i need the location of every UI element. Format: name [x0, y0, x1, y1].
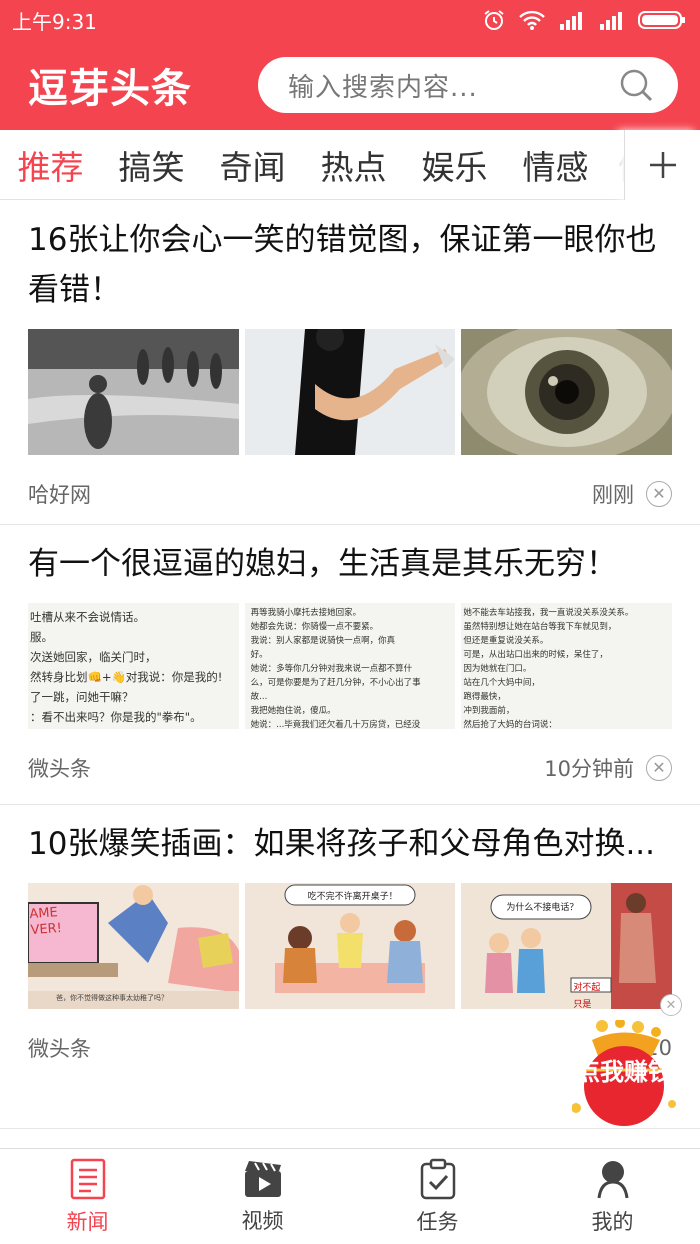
nav-profile[interactable]: 我的 — [525, 1149, 700, 1244]
search-input[interactable]: 输入搜索内容... — [288, 67, 478, 104]
nav-video[interactable]: 视频 — [175, 1149, 350, 1244]
article-source: 微头条 — [28, 757, 91, 781]
article-source: 哈好网 — [28, 483, 91, 507]
nav-profile-label: 我的 — [591, 1209, 634, 1234]
article-thumbnails: AME VER! 爸，你不觉得做这种事太幼稚了吗？ 吃不完不许离开桌子！ 为什么… — [28, 883, 673, 1009]
thumbnail-image[interactable] — [244, 329, 456, 455]
nav-news-label: 新闻 — [66, 1209, 109, 1234]
earn-money-label: 点我赚钱 — [576, 1058, 672, 1086]
thumbnail-text: 为什么不接电话？ — [506, 903, 579, 913]
thumbnail-image[interactable]: 她不能去车站接我，我一直说没关系没关系。 虽然特别想让她在站台等我下车就见到， … — [461, 603, 673, 729]
article-thumbnails: 吐槽从来不会说情话。 服。 次送她回家，临关门时， 然转身比划👊+👋对我说：你是… — [28, 603, 673, 729]
thumbnail-image[interactable]: 再等我骑小摩托去接她回家。 她都会先说：你骑慢一点不要紧。 我说：别人家都是说骑… — [244, 603, 456, 729]
status-icons — [482, 8, 686, 32]
signal-icon — [560, 12, 582, 30]
article-time: 刚刚 — [592, 483, 634, 507]
thumbnail-image[interactable]: AME VER! 爸，你不觉得做这种事太幼稚了吗？ — [28, 883, 239, 1009]
thumbnail-image[interactable] — [461, 329, 673, 455]
search-box[interactable]: 输入搜索内容... — [258, 57, 678, 113]
article-meta: 哈好网 刚刚 ✕ — [28, 455, 672, 533]
thumbnail-text: 只是 — [573, 1000, 592, 1009]
nav-news[interactable]: 新闻 — [0, 1149, 175, 1244]
profile-icon — [597, 1160, 628, 1198]
thumbnail-image[interactable] — [28, 329, 239, 455]
nav-task-label: 任务 — [416, 1209, 459, 1234]
tab-hot[interactable]: 热点 — [303, 141, 404, 189]
thumbnail-image[interactable]: 吐槽从来不会说情话。 服。 次送她回家，临关门时， 然转身比划👊+👋对我说：你是… — [28, 603, 239, 729]
tab-recommend[interactable]: 推荐 — [0, 141, 101, 189]
thumbnail-text: 再等我骑小摩托去接她回家。 她都会先说：你骑慢一点不要紧。 我说：别人家都是说骑… — [250, 608, 421, 729]
signal-icon-2 — [600, 12, 622, 30]
app-logo[interactable]: 逗芽头条 — [28, 56, 228, 114]
top-bar: 上午9:31 逗芽头条 输入搜索内容... — [0, 0, 700, 130]
thumbnail-text: 吃不完不许离开桌子！ — [307, 892, 398, 902]
article-time: 10分钟前 — [544, 757, 634, 781]
search-icon[interactable] — [618, 67, 654, 103]
thumbnail-text: 她不能去车站接我，我一直说没关系没关系。 虽然特别想让她在站台等我下车就见到， … — [463, 608, 634, 729]
article-thumbnails — [28, 329, 673, 455]
thumbnail-image[interactable]: 吃不完不许离开桌子！ — [244, 883, 456, 1009]
thumbnail-text: 对不起 — [573, 983, 601, 993]
tab-entertainment[interactable]: 娱乐 — [404, 141, 505, 189]
bottom-nav: 新闻 视频 任务 我的 — [0, 1148, 700, 1244]
add-tab-button[interactable] — [624, 130, 700, 200]
earn-money-button[interactable]: 点我赚钱 — [572, 1020, 676, 1126]
news-icon — [70, 1158, 105, 1199]
article-card[interactable]: 16张让你会心一笑的错觉图，保证第一眼你也看错！ 哈好网 刚刚 ✕ — [0, 201, 700, 525]
video-icon — [244, 1160, 281, 1197]
article-meta: 微头条 10分钟前 ✕ — [28, 729, 672, 807]
wifi-icon — [519, 10, 545, 30]
news-feed: 16张让你会心一笑的错觉图，保证第一眼你也看错！ 哈好网 刚刚 ✕ 有一个很逗逼… — [0, 201, 700, 1129]
status-time: 上午9:31 — [12, 9, 97, 34]
article-title[interactable]: 10张爆笑插画：如果将孩子和父母角色对换... — [28, 805, 672, 869]
article-card[interactable]: 有一个很逗逼的媳妇，生活真是其乐无穷！ 吐槽从来不会说情话。 服。 次送她回家，… — [0, 525, 700, 805]
nav-task[interactable]: 任务 — [350, 1149, 525, 1244]
thumbnail-text: 吐槽从来不会说情话。 服。 次送她回家，临关门时， 然转身比划👊+👋对我说：你是… — [30, 610, 223, 724]
battery-icon — [638, 11, 685, 29]
article-source: 微头条 — [28, 1037, 91, 1061]
article-title[interactable]: 有一个很逗逼的媳妇，生活真是其乐无穷！ — [28, 525, 672, 589]
float-close-icon[interactable]: ✕ — [660, 994, 682, 1016]
thumbnail-text: 爸，你不觉得做这种事太幼稚了吗？ — [56, 994, 168, 1002]
nav-video-label: 视频 — [241, 1208, 284, 1233]
header: 逗芽头条 输入搜索内容... — [0, 40, 700, 130]
task-icon — [420, 1158, 455, 1199]
category-tabs: 推荐 搞笑 奇闻 热点 娱乐 情感 健 — [0, 130, 700, 200]
status-bar: 上午9:31 — [0, 0, 700, 40]
tab-emotion[interactable]: 情感 — [505, 141, 606, 189]
tab-oddities[interactable]: 奇闻 — [202, 141, 303, 189]
dismiss-icon[interactable]: ✕ — [646, 481, 672, 507]
thumbnail-text: AME VER! — [28, 905, 63, 939]
article-title[interactable]: 16张让你会心一笑的错觉图，保证第一眼你也看错！ — [28, 201, 672, 315]
alarm-icon — [484, 10, 504, 30]
dismiss-icon[interactable]: ✕ — [646, 755, 672, 781]
plus-icon — [649, 152, 676, 178]
tab-funny[interactable]: 搞笑 — [101, 141, 202, 189]
thumbnail-image[interactable]: 为什么不接电话？ 对不起 只是 — [461, 883, 673, 1009]
